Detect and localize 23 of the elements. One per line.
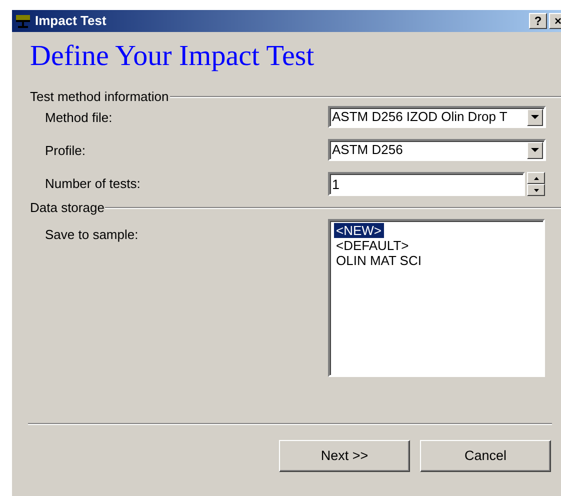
list-item[interactable]: <DEFAULT>	[334, 238, 411, 253]
field-label: Number of tests:	[45, 175, 142, 193]
field-label: Save to sample:	[45, 226, 140, 244]
spin-up-button[interactable]	[527, 172, 545, 184]
dropdown[interactable]: ASTM D256 IZOD Olin Drop T	[328, 106, 546, 128]
dialog-button[interactable]: Cancel	[420, 440, 551, 472]
title-bar-button[interactable]: ?	[529, 13, 547, 29]
window-title: Impact Test	[35, 12, 106, 30]
app-icon	[15, 14, 31, 28]
number-field[interactable]: 1	[328, 172, 525, 196]
field-label: Method file:	[45, 109, 114, 127]
down-arrow-icon	[534, 188, 538, 192]
group-title: Test method information	[30, 88, 169, 106]
up-arrow-icon	[534, 176, 538, 180]
title-bar-button[interactable]: ×	[549, 13, 561, 29]
group-title: Data storage	[30, 199, 104, 218]
field-label: Profile:	[45, 142, 86, 160]
spin-down-button[interactable]	[527, 184, 545, 196]
page-heading: Define Your Impact Test	[30, 39, 316, 74]
dialog-button[interactable]: Next >>	[279, 440, 410, 472]
dropdown[interactable]: ASTM D256	[328, 139, 546, 161]
list-item[interactable]: OLIN MAT SCI	[334, 253, 424, 268]
list-item[interactable]: <NEW>	[334, 223, 384, 238]
